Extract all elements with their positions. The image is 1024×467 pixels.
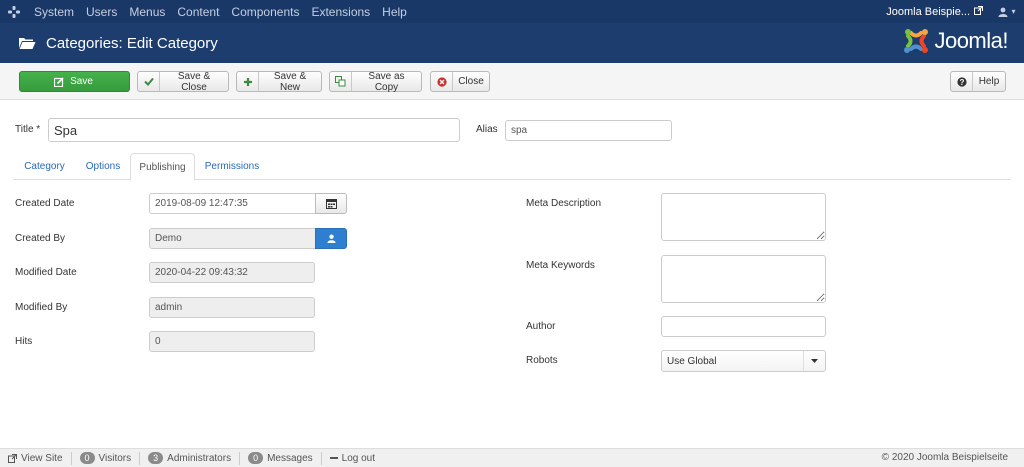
robots-selected-value: Use Global	[667, 355, 717, 367]
visitors-count-badge: 0	[79, 452, 95, 464]
joomla-brand-text: Joomla!	[934, 28, 1008, 53]
help-button[interactable]: ? Help	[950, 71, 1006, 92]
external-link-icon	[974, 5, 990, 18]
robots-select[interactable]: Use Global	[661, 350, 826, 372]
alias-label: Alias	[476, 124, 498, 135]
joomla-menu-icon[interactable]	[0, 0, 28, 23]
cancel-icon	[431, 72, 453, 91]
modified-by-input: admin	[149, 297, 315, 318]
save-close-button[interactable]: Save & Close	[137, 71, 229, 93]
select-user-button[interactable]	[315, 228, 347, 249]
author-input[interactable]	[661, 316, 826, 337]
messages-link[interactable]: 0 Messages	[240, 451, 322, 465]
topnav-right: Joomla Beispie... ▾	[886, 0, 1024, 23]
joomla-logo-icon	[904, 29, 929, 53]
tab-permissions[interactable]: Permissions	[195, 153, 269, 180]
edit-icon	[52, 72, 66, 91]
modified-date-label: Modified Date	[15, 267, 77, 278]
meta-keywords-label: Meta Keywords	[526, 260, 595, 271]
menu-components[interactable]: Components	[225, 5, 305, 19]
meta-description-label: Meta Description	[526, 198, 602, 209]
hits-input: 0	[149, 331, 315, 352]
page-header: Categories: Edit Category Joomla!	[0, 23, 1024, 63]
save-button[interactable]: Save	[19, 71, 130, 92]
messages-count-badge: 0	[248, 452, 264, 464]
menu-content[interactable]: Content	[171, 5, 225, 19]
copy-icon	[330, 72, 352, 91]
menu-system[interactable]: System	[28, 5, 80, 19]
tab-publishing[interactable]: Publishing	[130, 153, 195, 181]
joomla-logo: Joomla!	[902, 27, 1008, 55]
view-site-link[interactable]: View Site	[0, 451, 72, 465]
user-icon	[998, 7, 1008, 17]
meta-description-textarea[interactable]	[661, 193, 826, 241]
title-input[interactable]: Spa	[48, 118, 460, 142]
menu-menus[interactable]: Menus	[123, 5, 171, 19]
tab-category[interactable]: Category	[13, 153, 76, 180]
plus-icon	[237, 72, 259, 91]
calendar-button[interactable]	[315, 193, 347, 214]
external-link-icon	[8, 453, 17, 463]
admins-count-badge: 3	[148, 452, 164, 464]
caret-down-icon: ▾	[1011, 7, 1016, 16]
copyright-text: © 2020 Joomla Beispielseite	[881, 452, 1008, 463]
meta-keywords-textarea[interactable]	[661, 255, 826, 303]
menu-extensions[interactable]: Extensions	[305, 5, 376, 19]
user-icon	[326, 234, 336, 243]
created-by-label: Created By	[15, 233, 66, 244]
minus-icon	[329, 457, 338, 459]
tab-options[interactable]: Options	[76, 153, 130, 180]
robots-label: Robots	[526, 355, 558, 366]
folder-open-icon	[19, 38, 36, 49]
edit-tabs: Category Options Publishing Permissions	[13, 153, 1011, 181]
author-label: Author	[526, 321, 556, 332]
status-bar: View Site 0 Visitors 3 Administrators 0 …	[0, 448, 1024, 467]
svg-text:?: ?	[959, 78, 964, 87]
created-date-input[interactable]: 2019-08-09 12:47:35	[149, 193, 316, 214]
save-as-copy-button[interactable]: Save as Copy	[329, 71, 422, 93]
save-new-button[interactable]: Save & New	[236, 71, 322, 93]
visitors-link[interactable]: 0 Visitors	[72, 451, 141, 465]
question-icon: ?	[951, 72, 973, 91]
user-menu[interactable]: ▾	[990, 7, 1024, 17]
modified-by-label: Modified By	[15, 302, 68, 313]
hits-label: Hits	[15, 336, 33, 347]
modified-date-input: 2020-04-22 09:43:32	[149, 262, 315, 283]
check-icon	[138, 72, 160, 91]
top-navbar: System Users Menus Content Components Ex…	[0, 0, 1024, 23]
calendar-icon	[325, 198, 337, 209]
dropdown-caret-icon	[803, 351, 825, 371]
alias-input[interactable]: spa	[505, 120, 672, 141]
site-link[interactable]: Joomla Beispie...	[886, 6, 974, 18]
menu-users[interactable]: Users	[80, 5, 123, 19]
main-menu: System Users Menus Content Components Ex…	[28, 5, 413, 19]
page-title: Categories: Edit Category	[46, 34, 218, 52]
created-date-label: Created Date	[15, 198, 75, 209]
logout-link[interactable]: Log out	[322, 452, 383, 465]
created-by-input: Demo	[149, 228, 316, 249]
menu-help[interactable]: Help	[376, 5, 413, 19]
title-label: Title *	[15, 124, 41, 135]
close-button[interactable]: Close	[430, 71, 490, 92]
administrators-link[interactable]: 3 Administrators	[140, 451, 241, 465]
